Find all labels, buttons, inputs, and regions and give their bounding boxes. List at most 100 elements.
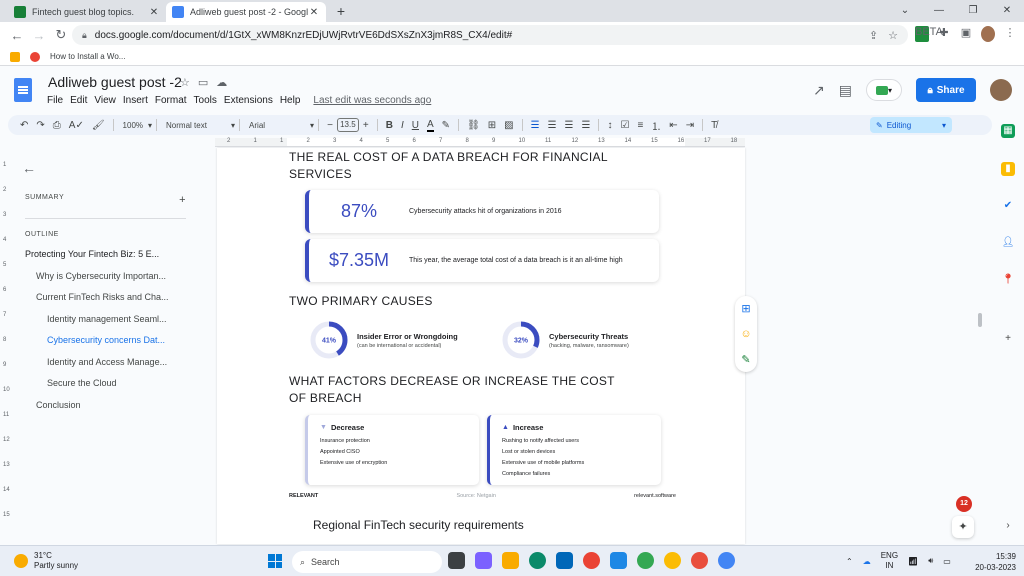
meet-button[interactable]: ▾ xyxy=(866,79,902,101)
outline-item[interactable]: Protecting Your Fintech Biz: 5 E... xyxy=(16,244,196,266)
menu-view[interactable]: View xyxy=(94,95,116,106)
chevron-up-icon[interactable]: ⌃ xyxy=(846,557,853,566)
task-view-icon[interactable] xyxy=(448,552,465,569)
url-input[interactable]: 🔒︎ docs.google.com/document/d/1GtX_xWM8K… xyxy=(72,25,908,45)
zoom-select[interactable]: 100% xyxy=(123,121,143,130)
align-left-icon[interactable]: ☰ xyxy=(531,120,540,131)
beta-extension-icon[interactable]: BETA xyxy=(915,26,943,42)
store-icon[interactable] xyxy=(556,552,573,569)
menu-file[interactable]: File xyxy=(47,95,63,106)
back-arrow-icon[interactable]: ← xyxy=(22,160,196,176)
calendar-icon[interactable]: ▦ xyxy=(1001,124,1015,138)
maximize-button[interactable]: ❐ xyxy=(956,0,990,22)
menu-extensions[interactable]: Extensions xyxy=(224,95,273,106)
activity-trend-icon[interactable]: ↗ xyxy=(813,82,825,99)
side-panel-icon[interactable]: ▣ xyxy=(959,26,973,42)
close-icon[interactable]: ✕ xyxy=(308,7,320,18)
font-size-input[interactable]: 13.5 xyxy=(336,118,359,132)
weather-widget[interactable]: 31°C Partly sunny xyxy=(14,551,78,571)
taskbar-search[interactable]: ⌕ Search xyxy=(292,551,442,573)
scrollbar-thumb[interactable] xyxy=(978,313,982,327)
suggest-edits-icon[interactable]: ✎ xyxy=(741,353,750,366)
more-menu-icon[interactable]: ⋮ xyxy=(1003,26,1017,42)
cloud-status-icon[interactable]: ☁ xyxy=(216,76,227,89)
battery-icon[interactable]: ▭ xyxy=(943,557,951,566)
outline-item[interactable]: Secure the Cloud xyxy=(16,373,196,395)
menu-edit[interactable]: Edit xyxy=(70,95,87,106)
style-select[interactable]: Normal text xyxy=(166,121,226,130)
clock[interactable]: 15:39 20-03-2023 xyxy=(962,551,1016,573)
teams-chat-icon[interactable] xyxy=(475,552,492,569)
line-spacing-icon[interactable]: ↕ xyxy=(607,120,612,131)
clear-formatting-icon[interactable]: T̸ xyxy=(711,120,717,131)
outline-item[interactable]: Why is Cybersecurity Importan... xyxy=(16,266,196,288)
increase-font-size-button[interactable]: + xyxy=(363,120,369,131)
move-folder-icon[interactable]: ▭ xyxy=(198,76,208,89)
menu-format[interactable]: Format xyxy=(155,95,187,106)
outline-item[interactable]: Identity management Seaml... xyxy=(16,309,196,331)
add-addon-icon[interactable]: + xyxy=(1001,332,1015,346)
decrease-indent-icon[interactable]: ⇤ xyxy=(669,120,677,131)
last-edit-link[interactable]: Last edit was seconds ago xyxy=(313,95,431,106)
puzzle-extensions-icon[interactable]: ✚ xyxy=(937,26,951,42)
edge-browser-icon[interactable] xyxy=(529,552,546,569)
vertical-ruler[interactable]: 1 2 3 4 5 6 7 8 9 10 11 12 13 14 15 xyxy=(0,148,12,544)
menu-insert[interactable]: Insert xyxy=(123,95,148,106)
bookmark-link[interactable]: How to Install a Wo... xyxy=(50,52,125,61)
italic-button[interactable]: I xyxy=(401,120,404,131)
insert-image-icon[interactable]: ▨ xyxy=(504,120,513,131)
paint-format-icon[interactable]: 🖌︎ xyxy=(92,120,105,131)
checklist-icon[interactable]: ☑ xyxy=(620,120,629,131)
share-page-icon[interactable]: ⇪ xyxy=(869,29,878,42)
document-page[interactable]: THE REAL COST OF A DATA BREACH FOR FINAN… xyxy=(217,148,745,544)
redo-icon[interactable]: ↷ xyxy=(36,120,44,131)
contacts-icon[interactable]: 👤︎ xyxy=(1001,236,1015,250)
text-color-button[interactable]: A xyxy=(427,119,434,132)
numbered-list-icon[interactable]: ⒈ xyxy=(651,118,661,133)
emoji-reaction-icon[interactable]: ☺ xyxy=(740,328,751,340)
app-icon[interactable] xyxy=(691,552,708,569)
maps-icon[interactable]: 📍︎ xyxy=(1001,273,1015,287)
chrome-profile-icon[interactable] xyxy=(718,552,735,569)
notification-badge[interactable]: 12 xyxy=(956,496,972,512)
star-icon[interactable]: ☆ xyxy=(180,76,190,89)
bookmark-star-icon[interactable]: ☆ xyxy=(888,29,898,42)
spellcheck-icon[interactable]: A✓ xyxy=(69,120,84,131)
add-summary-button[interactable]: + xyxy=(179,194,186,206)
menu-tools[interactable]: Tools xyxy=(194,95,217,106)
forward-arrow-icon[interactable]: → xyxy=(28,28,50,43)
tab-fintech-topics[interactable]: Fintech guest blog topics. ✕ xyxy=(8,2,166,22)
add-comment-icon[interactable]: ⊞ xyxy=(741,302,750,315)
apps-icon[interactable] xyxy=(10,51,20,62)
bulleted-list-icon[interactable]: ≡ xyxy=(637,120,643,131)
volume-icon[interactable]: 🔊︎ xyxy=(928,556,933,566)
app-icon[interactable] xyxy=(610,552,627,569)
underline-button[interactable]: U xyxy=(412,120,419,131)
user-avatar[interactable] xyxy=(990,79,1012,101)
chrome-profile-icon[interactable] xyxy=(637,552,654,569)
onedrive-icon[interactable]: ☁ xyxy=(863,557,871,566)
docs-logo-icon[interactable] xyxy=(14,78,32,102)
justify-icon[interactable]: ☰ xyxy=(582,120,591,131)
chrome-icon[interactable] xyxy=(583,552,600,569)
increase-indent-icon[interactable]: ⇥ xyxy=(686,120,694,131)
keep-icon[interactable]: ▮ xyxy=(1001,162,1015,176)
horizontal-ruler[interactable]: 2 1 1 2 3 4 5 6 7 8 9 10 11 12 13 14 15 16 17 18 xyxy=(215,138,745,147)
outline-item[interactable]: Conclusion xyxy=(16,395,196,417)
profile-avatar[interactable] xyxy=(981,26,995,42)
windows-start-icon[interactable] xyxy=(268,554,282,568)
chrome-profile-icon[interactable] xyxy=(664,552,681,569)
highlight-icon[interactable]: ✎ xyxy=(442,120,450,131)
decrease-font-size-button[interactable]: − xyxy=(327,120,333,131)
reload-icon[interactable]: ↻ xyxy=(50,27,72,43)
language-indicator[interactable]: ENG IN xyxy=(881,551,898,571)
menu-help[interactable]: Help xyxy=(280,95,301,106)
add-comment-icon[interactable]: ⊞ xyxy=(488,120,496,131)
chevron-down-icon[interactable]: ⌄ xyxy=(888,0,922,22)
tab-adliweb-guest-post[interactable]: Adliweb guest post -2 - Google D ✕ xyxy=(166,2,326,22)
chevron-right-icon[interactable]: › xyxy=(1001,519,1015,533)
file-explorer-icon[interactable] xyxy=(502,552,519,569)
bold-button[interactable]: B xyxy=(386,120,393,131)
font-select[interactable]: Arial xyxy=(249,121,305,130)
outline-item[interactable]: Cybersecurity concerns Dat... xyxy=(16,330,196,352)
